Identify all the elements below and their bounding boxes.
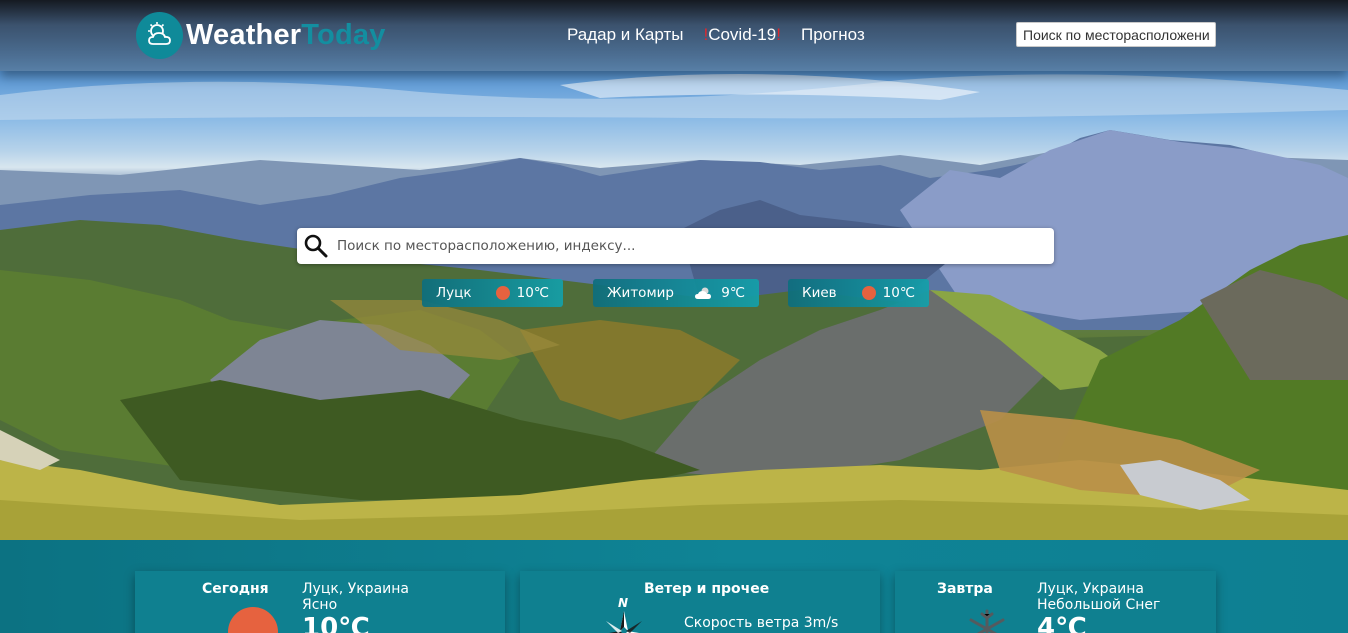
tomorrow-location: Луцк, Украина: [1037, 581, 1144, 597]
today-card[interactable]: Сегодня Луцк, Украина Ясно 10℃: [135, 571, 505, 633]
covid-mark-right: !: [776, 25, 781, 44]
city-temp: 9℃: [721, 285, 745, 301]
hero-search-input[interactable]: [337, 228, 1037, 264]
site-header: WeatherToday Радар и Карты !Covid-19! Пр…: [0, 0, 1348, 71]
logo-text-weather: Weather: [186, 18, 302, 51]
sun-icon: [495, 286, 510, 300]
city-name: Луцк: [436, 285, 472, 301]
site-logo[interactable]: WeatherToday: [136, 11, 386, 59]
main-nav: Радар и Карты !Covid-19! Прогноз: [567, 25, 865, 45]
today-label: Сегодня: [202, 581, 269, 597]
tomorrow-condition: Небольшой Снег: [1037, 597, 1161, 613]
snowflake-icon: [969, 609, 1005, 633]
mountain-landscape: [0, 74, 1348, 540]
nav-covid[interactable]: !Covid-19!: [703, 25, 781, 45]
city-name: Киев: [802, 285, 837, 301]
sun-icon: [228, 607, 278, 633]
nav-radar-maps[interactable]: Радар и Карты: [567, 25, 683, 45]
cloud-sun-icon: [136, 11, 183, 59]
today-condition: Ясно: [302, 597, 338, 613]
city-temp-group: 10℃: [495, 285, 549, 301]
today-location: Луцк, Украина: [302, 581, 409, 597]
compass-icon: [606, 611, 642, 633]
tomorrow-card[interactable]: Завтра Луцк, Украина Небольшой Снег 4℃: [895, 571, 1216, 633]
tomorrow-temp: 4℃: [1037, 613, 1087, 633]
sun-icon: [861, 286, 876, 300]
header-search-input[interactable]: [1016, 22, 1216, 47]
city-chip-kyiv[interactable]: Киев 10℃: [788, 279, 929, 307]
wind-speed: Скорость ветра 3m/s: [684, 615, 839, 631]
city-temp-group: 10℃: [861, 285, 915, 301]
today-temp: 10℃: [302, 613, 370, 633]
logo-text: WeatherToday: [186, 19, 386, 52]
city-temp: 10℃: [516, 285, 549, 301]
city-name: Житомир: [607, 285, 674, 301]
logo-text-today: Today: [301, 18, 386, 51]
city-temp-group: 9℃: [694, 285, 745, 301]
hero-search-box: [297, 228, 1054, 264]
wind-label: Ветер и прочее: [644, 581, 770, 597]
tomorrow-label: Завтра: [937, 581, 993, 597]
nav-forecast[interactable]: Прогноз: [801, 25, 865, 45]
cloud-icon: [695, 287, 712, 299]
hero-background: [0, 0, 1348, 540]
city-temp: 10℃: [882, 285, 915, 301]
search-icon[interactable]: [303, 233, 329, 259]
nav-covid-label: Covid-19: [708, 25, 777, 44]
city-chip-lutsk[interactable]: Луцк 10℃: [422, 279, 563, 307]
wind-card[interactable]: Ветер и прочее N Скорость ветра 3m/s: [520, 571, 880, 633]
city-chip-zhytomyr[interactable]: Житомир 9℃: [593, 279, 759, 307]
